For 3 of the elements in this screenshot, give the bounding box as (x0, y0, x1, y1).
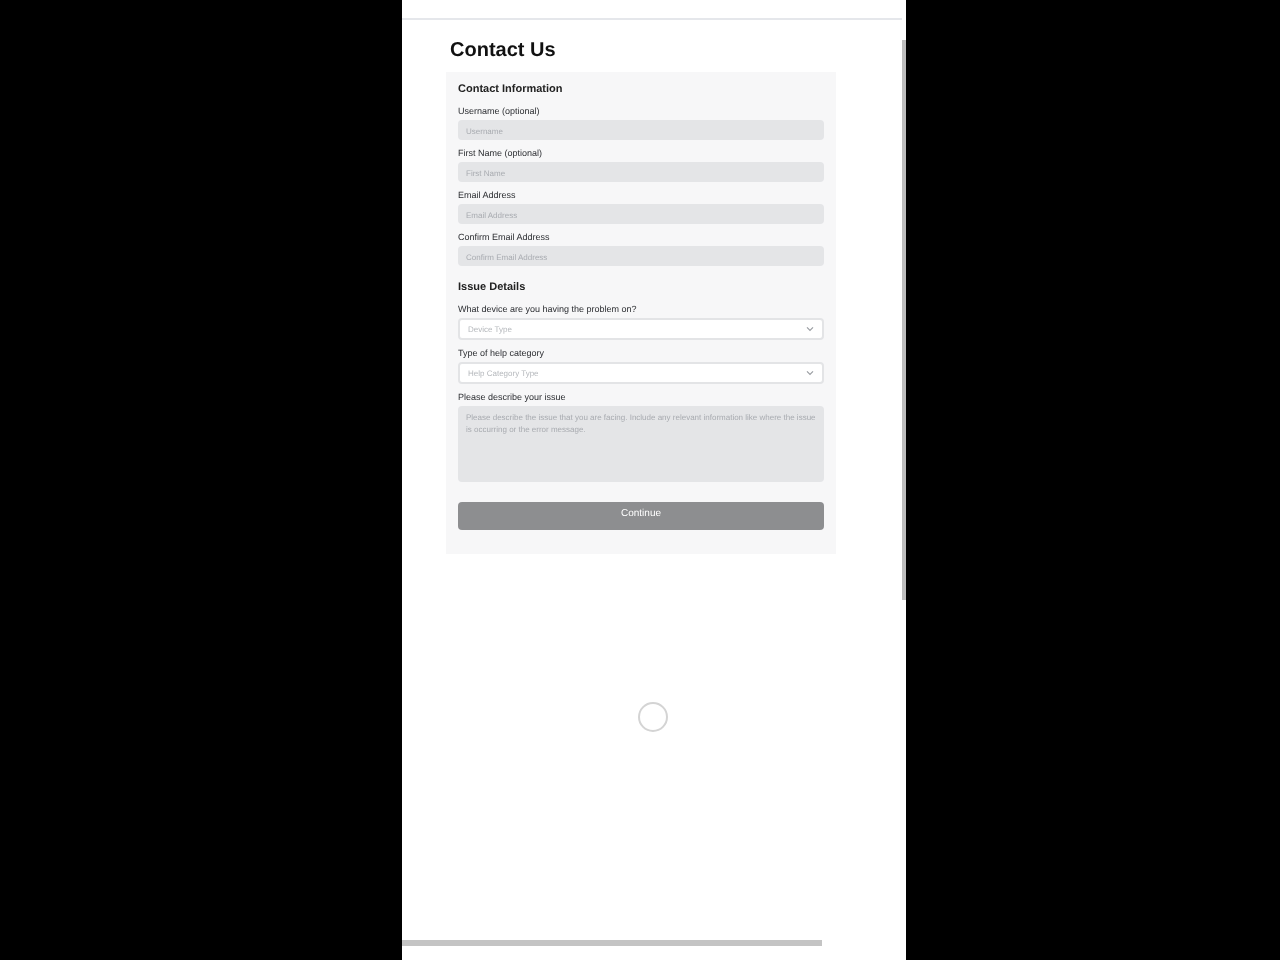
page-title: Contact Us (450, 40, 558, 64)
chevron-down-icon (806, 370, 814, 376)
chevron-down-icon (806, 326, 814, 332)
